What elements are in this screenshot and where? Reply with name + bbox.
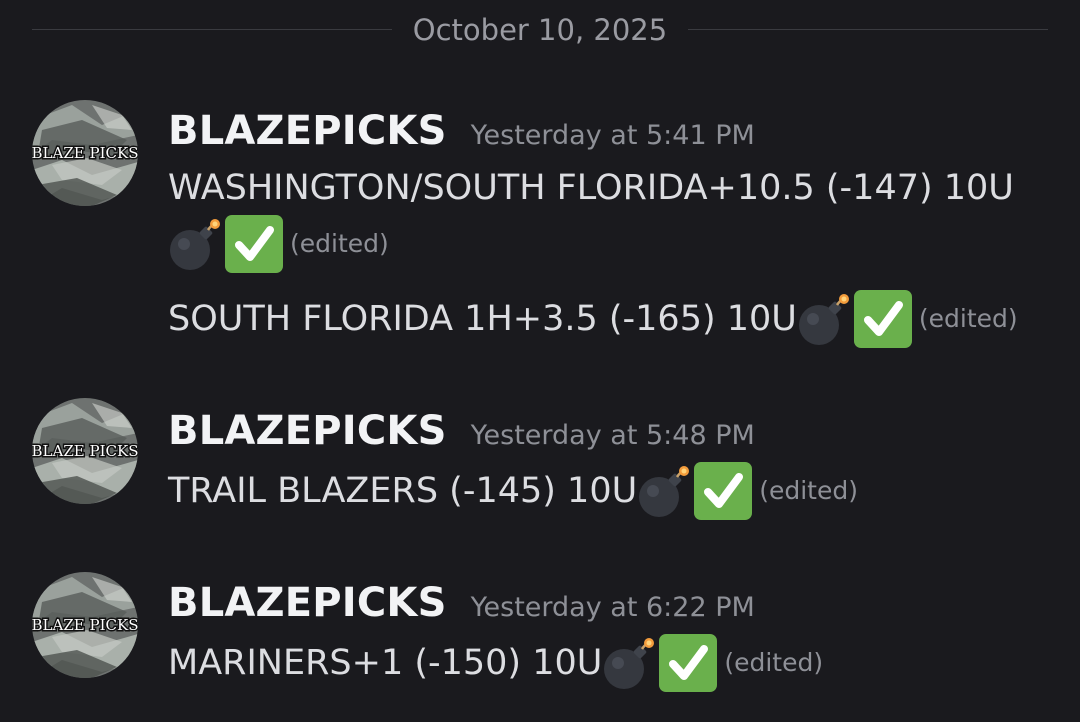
edited-label: (edited) xyxy=(918,304,1018,333)
message-body: MARINERS+1 (-150) 10U xyxy=(168,643,603,683)
message-content: BLAZEPICKS Yesterday at 5:41 PM WASHINGT… xyxy=(168,108,1064,352)
check-mark-emoji-icon[interactable] xyxy=(853,289,913,349)
message-emoji-line: (edited) xyxy=(168,216,1064,272)
message-header: BLAZEPICKS Yesterday at 5:48 PM xyxy=(168,408,1064,458)
bomb-emoji-icon[interactable] xyxy=(168,216,224,272)
divider-date: October 10, 2025 xyxy=(412,13,668,47)
avatar[interactable]: BLAZE PICKS xyxy=(32,100,138,206)
divider-line-left xyxy=(32,29,392,30)
divider-line-right xyxy=(688,29,1048,30)
username[interactable]: BLAZEPICKS xyxy=(168,108,447,154)
message-content: BLAZEPICKS Yesterday at 5:48 PM TRAIL BL… xyxy=(168,408,1064,524)
username[interactable]: BLAZEPICKS xyxy=(168,408,447,454)
message-text: MARINERS+1 (-150) 10U (edited) xyxy=(168,630,1064,696)
avatar-logo-text: BLAZE PICKS xyxy=(32,442,138,460)
message-content: BLAZEPICKS Yesterday at 6:22 PM MARINERS… xyxy=(168,580,1064,696)
username[interactable]: BLAZEPICKS xyxy=(168,580,447,626)
message-text: SOUTH FLORIDA 1H+3.5 (-165) 10U (edited) xyxy=(168,286,1064,352)
message-text: WASHINGTON/SOUTH FLORIDA+10.5 (-147) 10U xyxy=(168,158,1064,218)
timestamp[interactable]: Yesterday at 6:22 PM xyxy=(471,592,755,623)
bomb-emoji-icon[interactable] xyxy=(637,463,693,519)
timestamp[interactable]: Yesterday at 5:48 PM xyxy=(471,420,755,451)
edited-label: (edited) xyxy=(759,476,858,505)
avatar-image: BLAZE PICKS xyxy=(32,100,138,206)
message-header: BLAZEPICKS Yesterday at 6:22 PM xyxy=(168,580,1064,630)
check-mark-emoji-icon[interactable] xyxy=(658,633,718,693)
check-mark-emoji-icon[interactable] xyxy=(224,214,284,274)
avatar-image: BLAZE PICKS xyxy=(32,572,138,678)
message-header: BLAZEPICKS Yesterday at 5:41 PM xyxy=(168,108,1064,158)
check-mark-emoji-icon[interactable] xyxy=(693,461,753,521)
bomb-emoji-icon[interactable] xyxy=(602,635,658,691)
message-body: SOUTH FLORIDA 1H+3.5 (-165) 10U xyxy=(168,299,797,339)
message-body: WASHINGTON/SOUTH FLORIDA+10.5 (-147) 10U xyxy=(168,168,1014,208)
avatar-logo-text: BLAZE PICKS xyxy=(32,616,138,634)
avatar-logo-text: BLAZE PICKS xyxy=(32,144,138,162)
date-divider: October 10, 2025 xyxy=(0,8,1080,52)
timestamp[interactable]: Yesterday at 5:41 PM xyxy=(471,120,755,151)
bomb-emoji-icon[interactable] xyxy=(797,291,853,347)
message-body: TRAIL BLAZERS (-145) 10U xyxy=(168,471,638,511)
edited-label: (edited) xyxy=(724,648,824,677)
message-text: TRAIL BLAZERS (-145) 10U (edited) xyxy=(168,458,1064,524)
avatar-image: BLAZE PICKS xyxy=(32,398,138,504)
edited-label: (edited) xyxy=(290,229,389,258)
avatar[interactable]: BLAZE PICKS xyxy=(32,572,138,678)
avatar[interactable]: BLAZE PICKS xyxy=(32,398,138,504)
